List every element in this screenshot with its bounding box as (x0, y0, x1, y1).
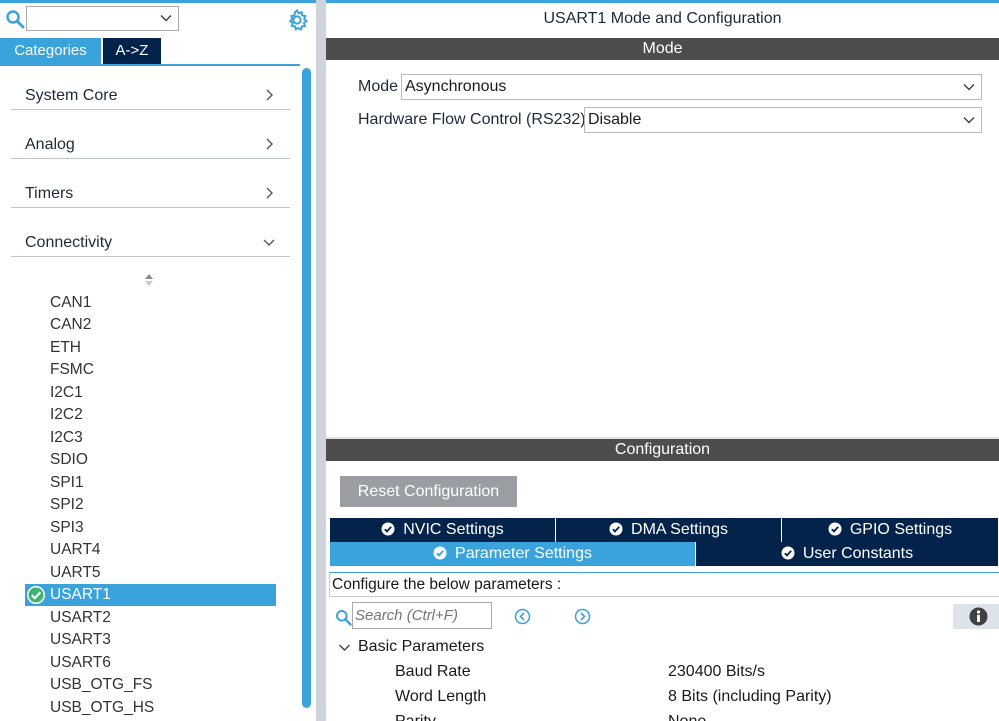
info-button[interactable] (953, 604, 999, 629)
peripheral-uart5[interactable]: UART5 (50, 562, 101, 584)
next-match-icon[interactable] (574, 608, 591, 625)
peripheral-usart3[interactable]: USART3 (50, 629, 111, 651)
tab-label: GPIO Settings (849, 521, 953, 538)
peripheral-usb-otg-hs[interactable]: USB_OTG_HS (50, 697, 154, 719)
check-circle-icon (781, 546, 795, 560)
check-circle-icon (27, 586, 45, 604)
peripheral-spi2[interactable]: SPI2 (50, 494, 84, 516)
mode-configuration-panel: USART1 Mode and Configuration Mode Mode … (326, 0, 999, 721)
page-title: USART1 Mode and Configuration (543, 10, 782, 27)
param-value[interactable]: 8 Bits (including Parity) (668, 688, 832, 706)
category-label: System Core (25, 87, 118, 104)
tab-label: DMA Settings (631, 521, 728, 538)
search-icon[interactable] (5, 9, 25, 29)
tab-nvic-settings[interactable]: NVIC Settings (330, 518, 556, 542)
sort-icon[interactable] (143, 272, 155, 288)
category-label: Connectivity (25, 234, 113, 251)
check-circle-icon (828, 522, 842, 536)
peripheral-i2c3[interactable]: I2C3 (50, 427, 83, 449)
tab-a-to-z[interactable]: A->Z (103, 38, 161, 64)
peripheral-i2c2[interactable]: I2C2 (50, 404, 83, 426)
peripheral-can1[interactable]: CAN1 (50, 292, 91, 314)
parameter-search-input[interactable] (353, 603, 489, 628)
panel-top-accent (326, 0, 999, 3)
mode-section-header: Mode (326, 38, 999, 60)
peripheral-fsmc[interactable]: FSMC (50, 359, 94, 381)
chevron-right-icon (266, 138, 273, 150)
category-system-core[interactable]: System Core (11, 62, 290, 110)
panel-splitter[interactable] (316, 0, 326, 721)
peripheral-eth[interactable]: ETH (50, 337, 81, 359)
tab-dma-settings[interactable]: DMA Settings (556, 518, 782, 542)
category-label: Timers (25, 185, 74, 202)
check-circle-icon (609, 522, 623, 536)
mode-select-value: Asynchronous (405, 78, 507, 95)
param-name: Parity (395, 713, 436, 721)
peripheral-sdio[interactable]: SDIO (50, 449, 88, 471)
peripheral-label: USART1 (50, 586, 111, 603)
tab-categories[interactable]: Categories (0, 38, 101, 64)
configure-hint: Configure the below parameters : (329, 572, 999, 597)
peripheral-spi1[interactable]: SPI1 (50, 472, 84, 494)
chevron-down-icon (963, 116, 975, 124)
info-icon (969, 607, 988, 626)
param-value[interactable]: 230400 Bits/s (668, 663, 765, 681)
sidebar-scrollbar[interactable] (302, 68, 311, 708)
gear-icon[interactable] (285, 8, 309, 32)
tab-gpio-settings[interactable]: GPIO Settings (782, 518, 999, 542)
reset-configuration-button[interactable]: Reset Configuration (340, 476, 517, 507)
tab-user-constants[interactable]: User Constants (696, 542, 999, 566)
peripheral-usart1[interactable]: USART1 (25, 584, 276, 606)
previous-match-icon[interactable] (514, 608, 531, 625)
chevron-right-icon (266, 187, 273, 199)
configuration-section-header: Configuration (326, 439, 999, 461)
hardware-flow-control-value: Disable (588, 111, 642, 128)
peripheral-i2c1[interactable]: I2C1 (50, 382, 83, 404)
check-circle-icon (433, 546, 447, 560)
search-icon (336, 610, 352, 626)
param-name: Baud Rate (395, 663, 471, 680)
chevron-right-icon (266, 89, 273, 101)
tab-parameter-settings[interactable]: Parameter Settings (330, 542, 696, 566)
chevron-down-icon[interactable] (338, 641, 351, 654)
parameter-search-field[interactable] (352, 602, 492, 629)
chevron-down-icon (160, 14, 172, 22)
category-connectivity[interactable]: Connectivity (11, 209, 290, 257)
category-timers[interactable]: Timers (11, 160, 290, 208)
peripheral-usart6[interactable]: USART6 (50, 652, 111, 674)
panel-top-accent (0, 0, 316, 3)
peripheral-panel: Categories A->Z System Core Analog Timer… (0, 0, 316, 721)
peripheral-uart4[interactable]: UART4 (50, 539, 101, 561)
check-circle-icon (381, 522, 395, 536)
category-search-combo[interactable] (26, 6, 179, 31)
peripheral-usb-otg-fs[interactable]: USB_OTG_FS (50, 674, 153, 696)
category-label: Analog (25, 136, 75, 153)
peripheral-can2[interactable]: CAN2 (50, 314, 91, 336)
hardware-flow-control-select[interactable]: Disable (584, 107, 982, 133)
mode-label: Mode (358, 78, 399, 95)
peripheral-usart2[interactable]: USART2 (50, 607, 111, 629)
tab-label: NVIC Settings (403, 521, 504, 538)
param-name: Word Length (395, 688, 487, 705)
hardware-flow-control-label: Hardware Flow Control (RS232) (358, 111, 586, 128)
chevron-down-icon (263, 239, 275, 246)
category-analog[interactable]: Analog (11, 111, 290, 159)
param-value[interactable]: None (668, 713, 706, 721)
mode-select[interactable]: Asynchronous (401, 74, 982, 100)
basic-parameters-group[interactable]: Basic Parameters (358, 638, 484, 656)
tab-label: Parameter Settings (455, 545, 592, 562)
chevron-down-icon (963, 83, 975, 91)
tab-label: User Constants (802, 545, 914, 562)
peripheral-spi3[interactable]: SPI3 (50, 517, 84, 539)
